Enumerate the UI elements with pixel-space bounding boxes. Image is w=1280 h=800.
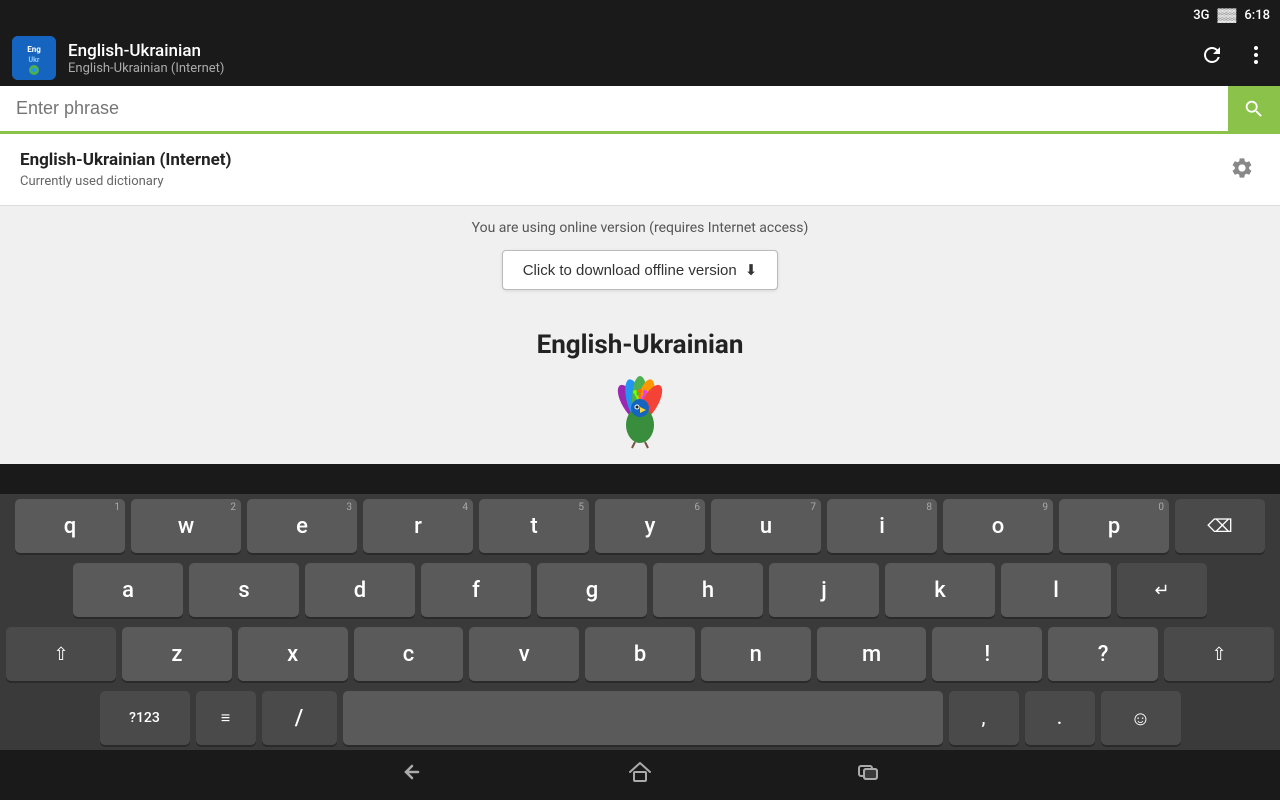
signal-indicator: 3G <box>1193 8 1209 23</box>
key-space[interactable] <box>343 691 943 745</box>
keyboard-row-1: 1q 2w 3e 4r 5t 6y 7u 8i 9o 0p ⌫ <box>0 494 1280 558</box>
dictionary-card: English-Ukrainian (Internet) Currently u… <box>0 134 1280 206</box>
header-actions <box>1200 43 1268 73</box>
key-c[interactable]: c <box>354 627 464 681</box>
key-y[interactable]: 6y <box>595 499 705 553</box>
key-p[interactable]: 0p <box>1059 499 1169 553</box>
battery-indicator: ▓▓ <box>1217 7 1236 23</box>
app-header: Eng Ukr English-Ukrainian English-Ukrain… <box>0 30 1280 86</box>
keyboard-row-3: ⇧ z x c v b n m ! ? ⇧ <box>0 622 1280 686</box>
key-n[interactable]: n <box>701 627 811 681</box>
key-sym[interactable]: ?123 <box>100 691 190 745</box>
key-slash[interactable]: / <box>262 691 337 745</box>
dict-status: Currently used dictionary <box>20 174 1224 189</box>
download-offline-button[interactable]: Click to download offline version ⬇ <box>502 250 779 290</box>
key-s[interactable]: s <box>189 563 299 617</box>
keyboard-row-2: a s d f g h j k l ↵ <box>0 558 1280 622</box>
key-d[interactable]: d <box>305 563 415 617</box>
app-title: English-Ukrainian <box>68 41 1188 61</box>
online-notice-text: You are using online version (requires I… <box>0 206 1280 240</box>
download-button-label: Click to download offline version <box>523 262 737 279</box>
search-bar <box>0 86 1280 134</box>
online-notice-section: You are using online version (requires I… <box>0 206 1280 310</box>
key-u[interactable]: 7u <box>711 499 821 553</box>
key-shift-right[interactable]: ⇧ <box>1164 627 1274 681</box>
key-backspace[interactable]: ⌫ <box>1175 499 1265 553</box>
recent-button[interactable] <box>854 758 882 792</box>
key-j[interactable]: j <box>769 563 879 617</box>
key-x[interactable]: x <box>238 627 348 681</box>
key-t[interactable]: 5t <box>479 499 589 553</box>
key-l[interactable]: l <box>1001 563 1111 617</box>
key-question[interactable]: ? <box>1048 627 1158 681</box>
key-a[interactable]: a <box>73 563 183 617</box>
dict-info: English-Ukrainian (Internet) Currently u… <box>20 150 1224 189</box>
key-e[interactable]: 3e <box>247 499 357 553</box>
key-z[interactable]: z <box>122 627 232 681</box>
key-f[interactable]: f <box>421 563 531 617</box>
key-v[interactable]: v <box>469 627 579 681</box>
key-w[interactable]: 2w <box>131 499 241 553</box>
status-bar: 3G ▓▓ 6:18 <box>0 0 1280 30</box>
svg-text:Eng: Eng <box>27 45 41 54</box>
search-input[interactable] <box>0 86 1228 131</box>
refresh-button[interactable] <box>1200 43 1224 73</box>
key-enter[interactable]: ↵ <box>1117 563 1207 617</box>
app-subtitle: English-Ukrainian (Internet) <box>68 61 1188 76</box>
main-content: English-Ukrainian (Internet) Currently u… <box>0 134 1280 464</box>
menu-button[interactable] <box>1244 43 1268 73</box>
key-o[interactable]: 9o <box>943 499 1053 553</box>
key-period[interactable]: . <box>1025 691 1095 745</box>
back-button[interactable] <box>398 758 426 792</box>
home-button[interactable] <box>626 758 654 792</box>
key-h[interactable]: h <box>653 563 763 617</box>
keyboard: 1q 2w 3e 4r 5t 6y 7u 8i 9o 0p ⌫ a s d f … <box>0 494 1280 750</box>
key-g[interactable]: g <box>537 563 647 617</box>
nav-bar <box>0 750 1280 800</box>
key-r[interactable]: 4r <box>363 499 473 553</box>
svg-text:Ukr: Ukr <box>29 56 40 64</box>
key-q[interactable]: 1q <box>15 499 125 553</box>
key-emoji[interactable]: ☺ <box>1101 691 1181 745</box>
app-branding: English-Ukrainian <box>0 310 1280 464</box>
key-b[interactable]: b <box>585 627 695 681</box>
search-button[interactable] <box>1228 86 1280 131</box>
key-k[interactable]: k <box>885 563 995 617</box>
key-shift-left[interactable]: ⇧ <box>6 627 116 681</box>
app-title-group: English-Ukrainian English-Ukrainian (Int… <box>68 41 1188 76</box>
download-icon: ⬇ <box>745 261 758 279</box>
app-icon: Eng Ukr <box>12 36 56 80</box>
key-lang[interactable]: ≡ <box>196 691 256 745</box>
key-i[interactable]: 8i <box>827 499 937 553</box>
key-exclamation[interactable]: ! <box>932 627 1042 681</box>
dict-name: English-Ukrainian (Internet) <box>20 150 1224 170</box>
branding-title: English-Ukrainian <box>0 330 1280 360</box>
key-m[interactable]: m <box>817 627 927 681</box>
key-comma[interactable]: , <box>949 691 1019 745</box>
peacock-mascot <box>590 370 690 450</box>
settings-button[interactable] <box>1224 150 1260 186</box>
keyboard-row-4: ?123 ≡ / , . ☺ <box>0 686 1280 750</box>
time-display: 6:18 <box>1244 8 1270 23</box>
